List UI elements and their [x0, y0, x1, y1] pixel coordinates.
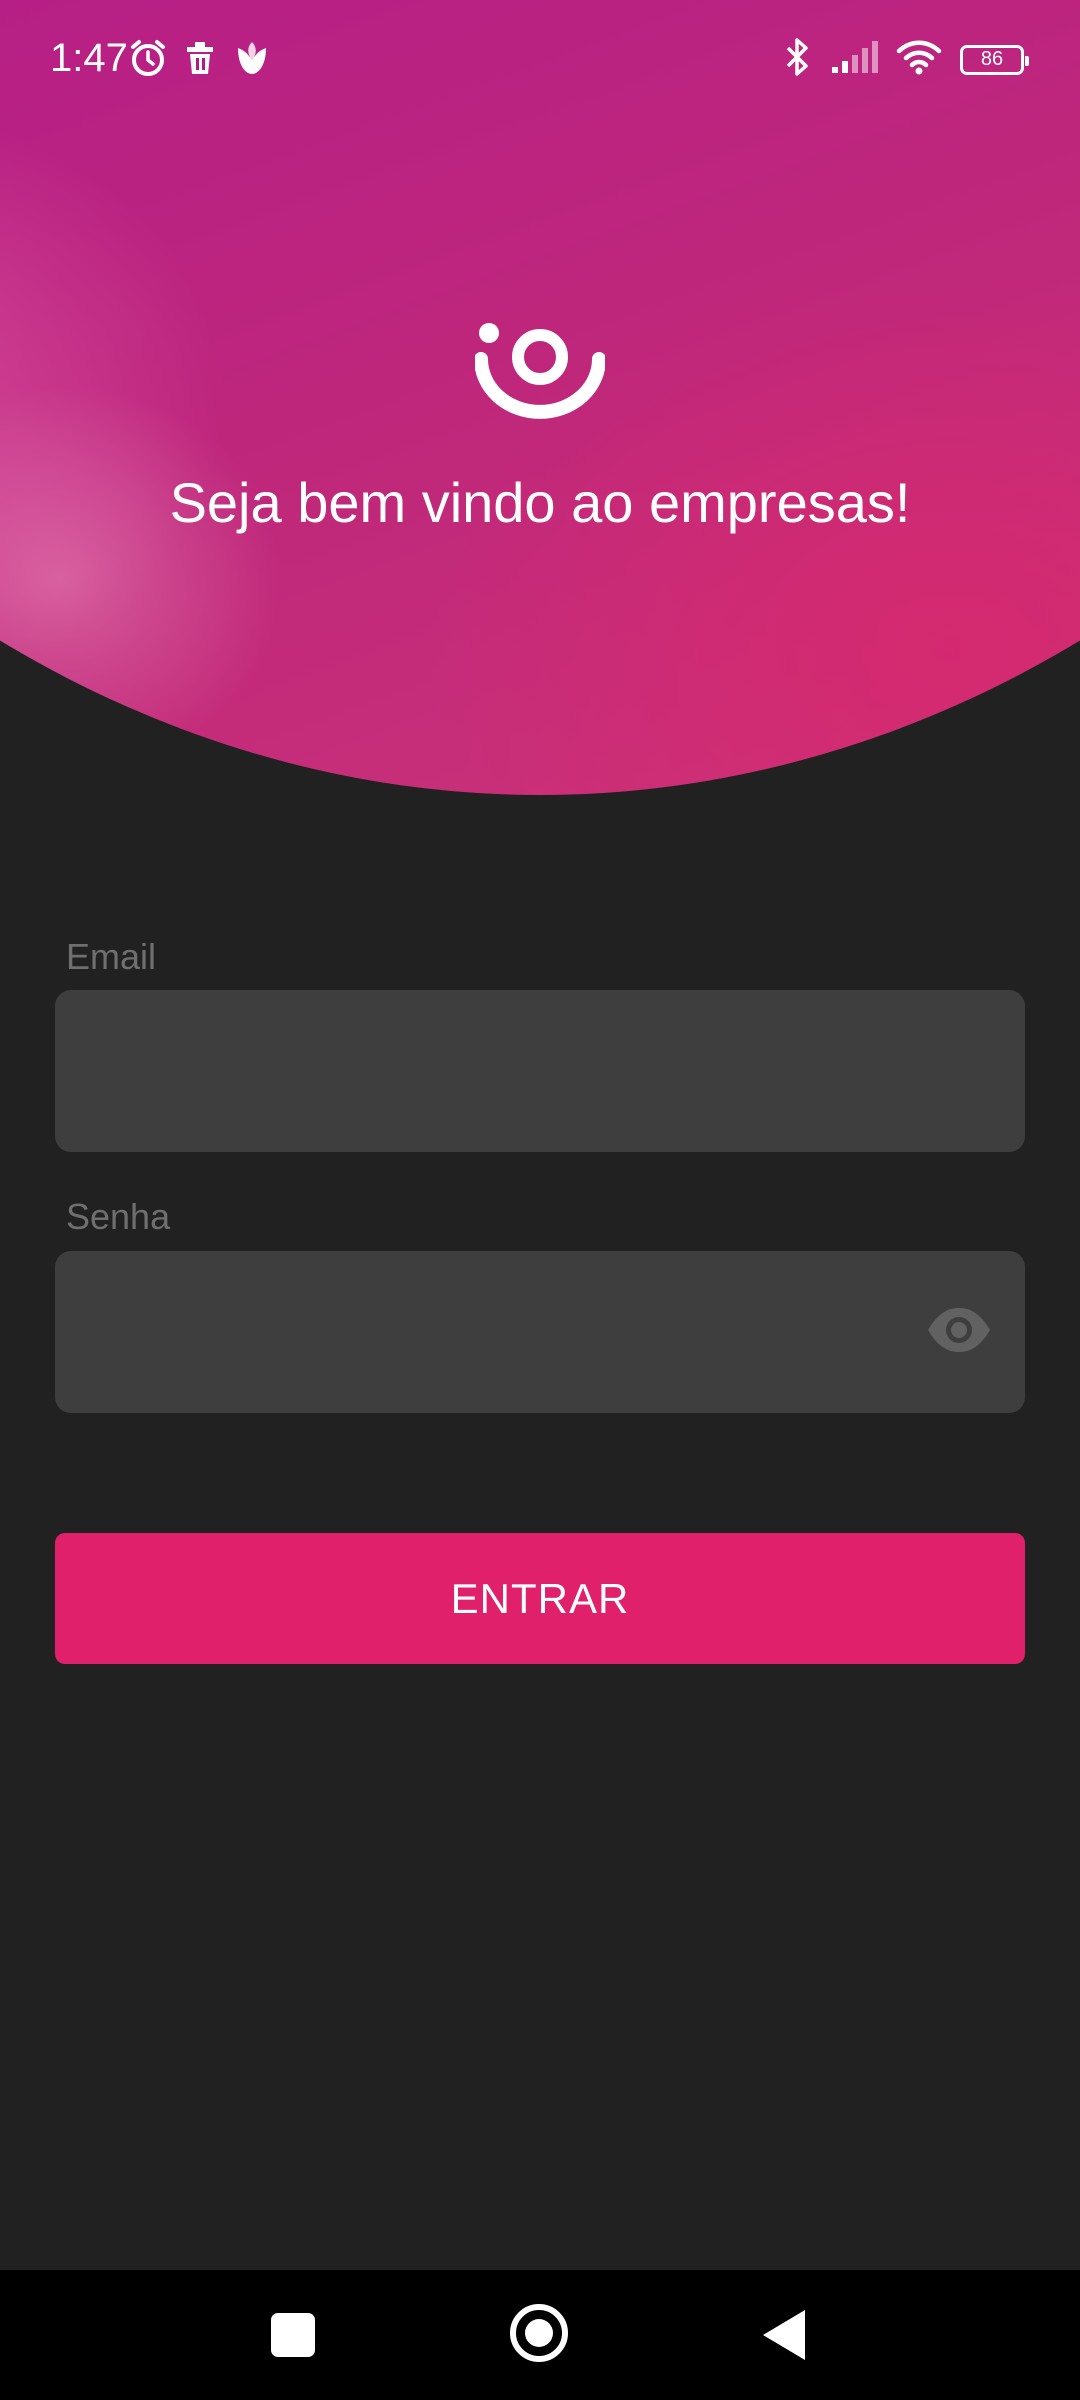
signal-icon: [830, 39, 878, 80]
tulip-icon: [232, 38, 272, 83]
home-icon[interactable]: [510, 2304, 568, 2362]
email-field[interactable]: [55, 990, 1025, 1152]
trash-icon: [182, 38, 218, 83]
email-label: Email: [66, 936, 157, 977]
status-bar: 1:47 86: [0, 0, 1080, 120]
alarm-icon: [128, 38, 168, 83]
login-button[interactable]: ENTRAR: [55, 1533, 1025, 1664]
bluetooth-icon: [782, 36, 812, 83]
wifi-icon: [896, 39, 942, 80]
welcome-title: Seja bem vindo ao empresas!: [169, 471, 911, 534]
battery-level: 86: [980, 48, 1004, 70]
password-label: Senha: [66, 1196, 171, 1237]
recents-icon[interactable]: [271, 2313, 315, 2357]
password-field[interactable]: [55, 1251, 1025, 1413]
battery-icon: 86: [960, 44, 1029, 75]
navigation-bar: [0, 2270, 1080, 2400]
app-logo-icon: [474, 315, 606, 420]
eye-icon[interactable]: [926, 1305, 992, 1355]
login-screen: 1:47 86 Seja bem vindo ao empresas! Emai…: [0, 0, 1080, 2400]
back-icon[interactable]: [763, 2310, 805, 2360]
status-time: 1:47: [50, 36, 128, 80]
